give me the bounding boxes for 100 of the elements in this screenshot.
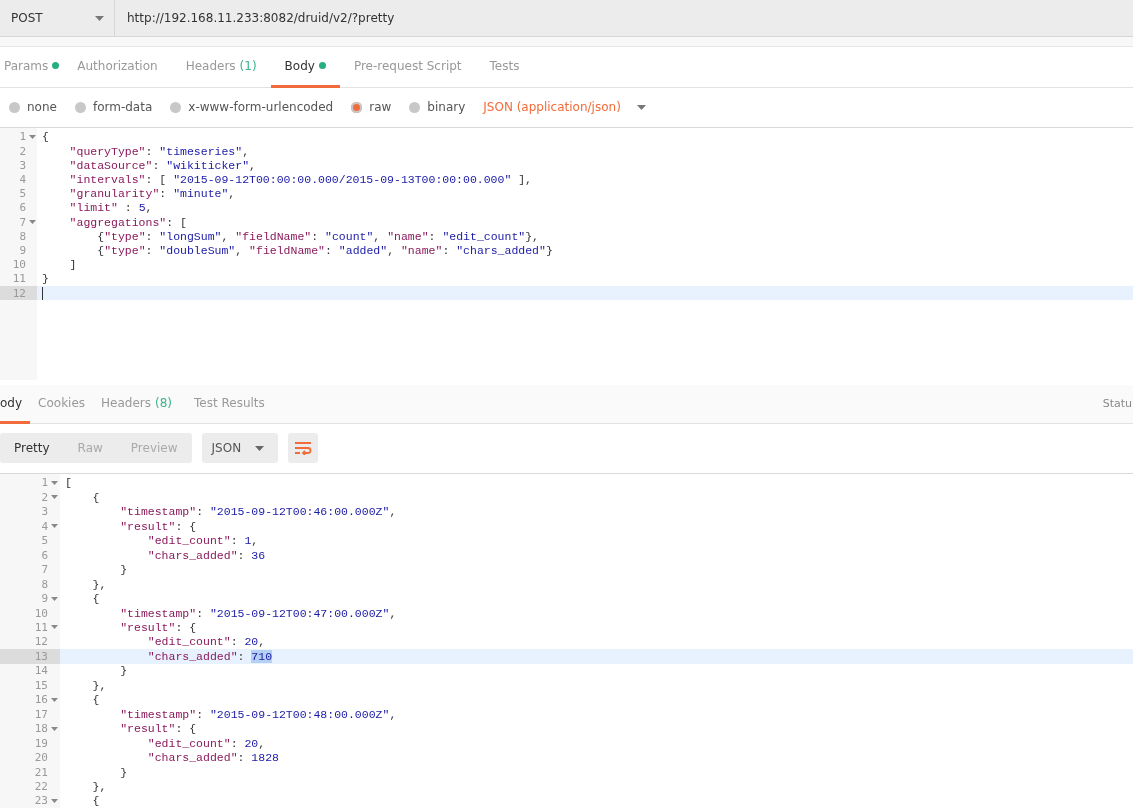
line-number: 18	[34, 722, 48, 736]
fold-icon[interactable]	[51, 596, 58, 601]
fold-icon[interactable]	[51, 625, 58, 630]
code-line: "queryType": "timeseries",	[68, 144, 250, 158]
fold-icon[interactable]	[51, 798, 58, 803]
fold-icon[interactable]	[29, 134, 36, 139]
code-line: {"type": "doubleSum", "fieldName": "added", "name": "chars_added"}	[96, 243, 553, 257]
caret-icon	[636, 104, 646, 110]
code-line: "granularity": "minute",	[68, 187, 236, 201]
code-line: "result": {	[119, 519, 197, 533]
code-line: "chars_added": 36	[146, 548, 266, 562]
line-number: 5	[19, 187, 26, 201]
code-line: }	[119, 765, 128, 779]
fold-icon[interactable]	[29, 220, 36, 225]
radio-label: raw	[369, 100, 392, 115]
line-number: 4	[41, 519, 48, 533]
line-number: 12	[12, 286, 26, 300]
code-line: {"type": "longSum", "fieldName": "count", "name": "edit_count"},	[96, 229, 540, 243]
code-line: "intervals": [ "2015-09-12T00:00:00.000/2015-09-13T00:00:00.000" ],	[68, 173, 532, 187]
line-number: 5	[41, 534, 48, 548]
caret-icon	[255, 445, 265, 451]
line-number: 10	[12, 258, 26, 272]
line-number: 23	[34, 794, 48, 808]
code-line: }	[119, 664, 128, 678]
line-number: 13	[34, 649, 48, 663]
line-number: 11	[12, 272, 26, 286]
line-number: 9	[41, 592, 48, 606]
code-line: {	[91, 490, 100, 504]
line-number: 21	[34, 765, 48, 779]
radio-option[interactable]: binary	[409, 100, 466, 115]
line-number: 19	[34, 736, 48, 750]
code-line: "edit_count": 20,	[146, 736, 266, 750]
wrap-lines-button[interactable]	[288, 433, 319, 464]
line-number: 4	[19, 173, 26, 187]
line-number: 16	[34, 693, 48, 707]
code-line: },	[91, 678, 107, 692]
line-number: 3	[41, 505, 48, 519]
radio-label: binary	[427, 100, 466, 115]
code-line: ]	[68, 258, 77, 272]
code-line: "result": {	[119, 722, 197, 736]
radio-option[interactable]: form-data	[74, 100, 153, 115]
radio-label: form-data	[92, 100, 153, 115]
line-number: 12	[34, 635, 48, 649]
line-number: 7	[19, 215, 26, 229]
line-number: 11	[34, 621, 48, 634]
line-number: 20	[34, 751, 48, 765]
line-number: 8	[41, 577, 48, 591]
code-line: {	[91, 592, 100, 606]
radio-label: none	[27, 100, 57, 115]
line-number: 2	[19, 144, 26, 158]
fold-icon[interactable]	[51, 726, 58, 731]
line-number: 6	[41, 548, 48, 562]
code-line: "timestamp": "2015-09-12T00:48:00.000Z",	[119, 707, 397, 721]
code-line: "timestamp": "2015-09-12T00:47:00.000Z",	[119, 606, 397, 620]
code-line: "result": {	[119, 621, 197, 634]
wrap-lines-icon	[294, 441, 313, 456]
text-cursor	[42, 286, 43, 300]
line-number: 8	[19, 229, 26, 243]
line-number: 6	[19, 201, 26, 215]
radio-option[interactable]: raw	[351, 100, 392, 115]
caret-icon	[95, 15, 104, 21]
code-line: "timestamp": "2015-09-12T00:46:00.000Z",	[119, 505, 397, 519]
line-number: 1	[19, 130, 26, 144]
code-line: {	[91, 794, 100, 808]
request-tab[interactable]: Body	[270, 47, 340, 88]
method-select[interactable]: POST	[0, 0, 115, 37]
code-line: "aggregations": [	[68, 215, 187, 229]
code-line: "chars_added": 710	[146, 649, 273, 663]
line-number: 22	[34, 779, 48, 793]
code-line: "dataSource": "wikiticker",	[68, 158, 256, 172]
line-number: 10	[34, 606, 48, 620]
line-number: 17	[34, 707, 48, 721]
line-number: 3	[19, 158, 26, 172]
response-tab[interactable]: ody	[0, 384, 31, 424]
code-line: },	[91, 577, 107, 591]
code-line: {	[42, 130, 49, 144]
fold-icon[interactable]	[51, 697, 58, 702]
line-number: 1	[41, 476, 48, 490]
code-line: },	[91, 779, 107, 793]
fold-icon[interactable]	[51, 495, 58, 500]
fold-icon[interactable]	[51, 480, 58, 485]
code-line: "edit_count": 1,	[146, 534, 259, 548]
fold-icon[interactable]	[51, 524, 58, 529]
line-number: 2	[41, 490, 48, 504]
code-line: "limit" : 5,	[68, 201, 153, 215]
code-line: "chars_added": 1828	[146, 751, 279, 765]
line-number: 14	[34, 664, 48, 678]
format-select[interactable]: JSON	[201, 433, 279, 464]
code-line: "edit_count": 20,	[146, 635, 266, 649]
line-number: 15	[34, 678, 48, 692]
url-field[interactable]: http://192.168.11.233:8082/druid/v2/?pretty	[115, 0, 1133, 37]
status-label: Statu	[1102, 397, 1132, 411]
view-mode-button[interactable]: Pretty	[0, 433, 64, 464]
code-line: {	[91, 693, 100, 707]
line-number: 9	[19, 243, 26, 257]
code-line: [	[65, 476, 72, 490]
code-line: }	[119, 563, 128, 577]
radio-option[interactable]: none	[9, 100, 57, 115]
code-line: }	[42, 272, 49, 286]
line-number: 7	[41, 563, 48, 577]
